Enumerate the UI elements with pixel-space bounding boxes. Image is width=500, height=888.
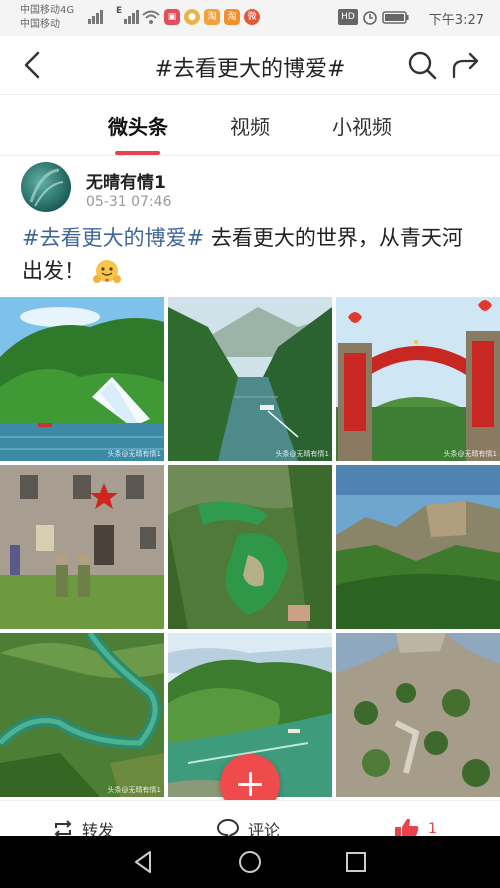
image-watermark: 头条@无晴有情1 bbox=[275, 450, 329, 458]
back-icon[interactable] bbox=[18, 50, 48, 80]
battery-icon bbox=[382, 11, 409, 24]
location-icon: ● bbox=[184, 9, 200, 25]
hashtag-link[interactable]: #去看更大的博爱# bbox=[22, 226, 204, 250]
page-title: #去看更大的博爱# bbox=[154, 57, 346, 82]
app-notification-icon: 淘 bbox=[224, 9, 240, 25]
photo-2[interactable]: 头条@无晴有情1 bbox=[168, 297, 332, 461]
image-watermark: 头条@无晴有情1 bbox=[107, 786, 161, 794]
like-icon bbox=[395, 818, 419, 837]
status-bar: 中国移动4G 中国移动 E ▣ ● 淘 淘 微 HD 下午3:27 bbox=[0, 0, 500, 36]
signal-icon bbox=[88, 10, 103, 24]
search-icon[interactable] bbox=[406, 49, 438, 81]
comment-label: 评论 bbox=[248, 821, 281, 837]
avatar[interactable] bbox=[21, 162, 71, 212]
post-action-bar: 转发 评论 1 bbox=[0, 800, 500, 837]
wifi-icon bbox=[142, 10, 160, 24]
repost-label: 转发 bbox=[82, 821, 115, 837]
carrier-2: 中国移动 bbox=[20, 19, 60, 30]
tab-bar: 微头条 视频 小视频 bbox=[0, 95, 500, 156]
status-time: 下午3:27 bbox=[428, 13, 484, 28]
post-text: #去看更大的博爱# 去看更大的世界，从青天河出发！ bbox=[22, 222, 482, 288]
comment-button[interactable]: 评论 bbox=[216, 817, 280, 837]
photo-4[interactable] bbox=[0, 465, 164, 629]
like-count: 1 bbox=[428, 821, 437, 837]
nav-home-icon[interactable] bbox=[236, 848, 264, 876]
image-watermark: 头条@无晴有情1 bbox=[107, 450, 161, 458]
photo-6[interactable] bbox=[336, 465, 500, 629]
system-nav-bar bbox=[0, 836, 500, 888]
tab-short-video[interactable]: 小视频 bbox=[326, 111, 398, 140]
app-notification-icon: 淘 bbox=[204, 9, 220, 25]
share-icon[interactable] bbox=[450, 49, 482, 81]
weibo-icon: 微 bbox=[244, 9, 260, 25]
comment-icon bbox=[216, 818, 240, 837]
repost-button[interactable]: 转发 bbox=[52, 817, 114, 837]
photo-7[interactable]: 头条@无晴有情1 bbox=[0, 633, 164, 797]
nav-recents-icon[interactable] bbox=[342, 848, 370, 876]
network-type-2: E bbox=[116, 6, 123, 16]
like-button[interactable]: 1 bbox=[394, 817, 437, 837]
hugging-face-icon bbox=[92, 260, 121, 283]
post-date: 05-31 07:46 bbox=[86, 194, 172, 210]
photo-9[interactable] bbox=[336, 633, 500, 797]
author-name[interactable]: 无晴有情1 bbox=[86, 168, 166, 193]
image-watermark: 头条@无晴有情1 bbox=[443, 450, 497, 458]
photo-3[interactable]: 头条@无晴有情1 bbox=[336, 297, 500, 461]
app-notification-icon: ▣ bbox=[164, 9, 180, 25]
active-tab-indicator bbox=[115, 151, 160, 155]
repost-icon bbox=[54, 820, 72, 837]
avatar-image bbox=[29, 168, 64, 207]
nav-back-icon[interactable] bbox=[130, 848, 158, 876]
hd-badge: HD bbox=[338, 9, 358, 25]
photo-1[interactable]: 头条@无晴有情1 bbox=[0, 297, 164, 461]
carrier-1: 中国移动4G bbox=[20, 5, 75, 16]
tab-video[interactable]: 视频 bbox=[222, 111, 278, 140]
alarm-icon bbox=[363, 11, 377, 25]
top-header: #去看更大的博爱# bbox=[0, 36, 500, 95]
tab-weitoutiao[interactable]: 微头条 bbox=[104, 111, 172, 140]
photo-5[interactable] bbox=[168, 465, 332, 629]
signal-icon-2 bbox=[124, 10, 139, 24]
